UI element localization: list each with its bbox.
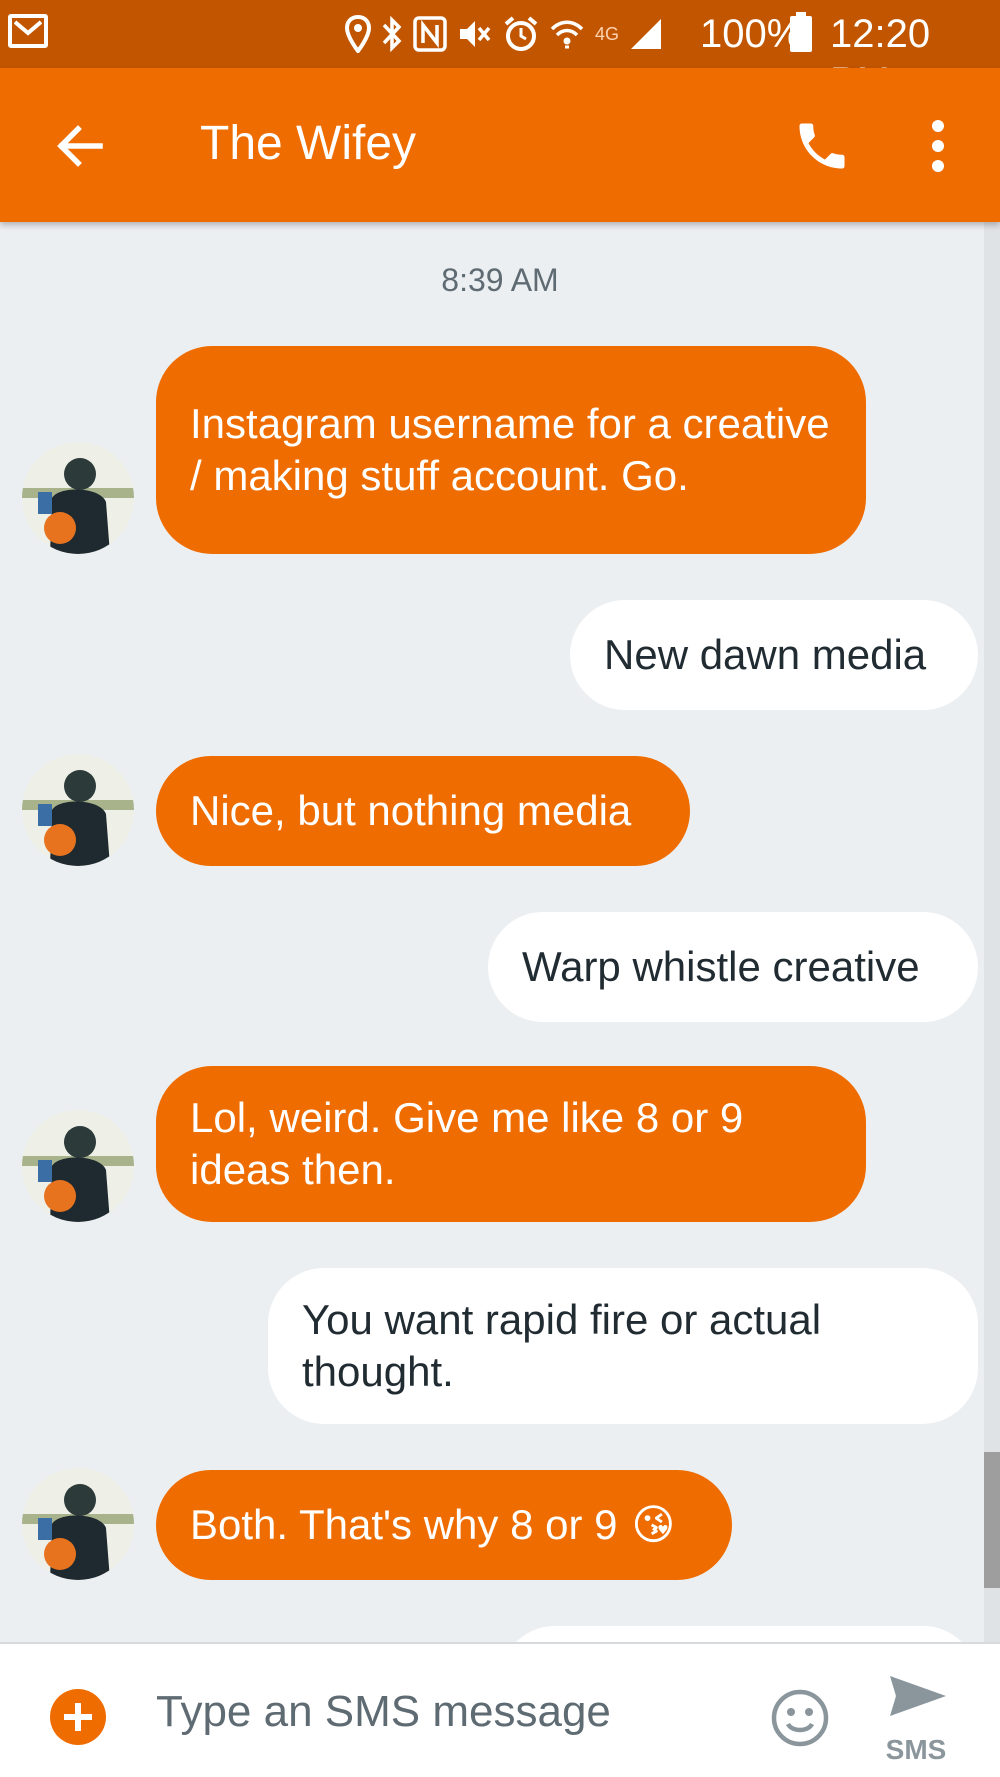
- message-text: Warp whistle creative: [522, 943, 920, 990]
- bluetooth-icon: [381, 14, 403, 54]
- scrollbar-track[interactable]: [984, 222, 1000, 1642]
- more-options-icon[interactable]: [918, 116, 958, 176]
- add-attachment-icon[interactable]: [50, 1689, 106, 1745]
- message-text: Lol, weird. Give me like 8 or 9 ideas th…: [190, 1094, 744, 1193]
- message-timestamp: 8:39 AM: [441, 262, 559, 298]
- status-icons: 4G: [345, 12, 663, 56]
- contact-avatar[interactable]: [22, 442, 134, 554]
- location-icon: [345, 14, 371, 54]
- message-bubble-incoming[interactable]: Instagram username for a creative / maki…: [156, 346, 866, 554]
- send-icon: [890, 1676, 946, 1716]
- scrollbar-thumb[interactable]: [984, 1452, 1000, 1588]
- message-bubble-incoming[interactable]: Both. That's why 8 or 9 😘: [156, 1470, 732, 1580]
- signal-icon: [629, 14, 663, 54]
- alarm-icon: [503, 14, 539, 54]
- send-button[interactable]: SMS: [876, 1666, 956, 1766]
- contact-avatar[interactable]: [22, 754, 134, 866]
- contact-avatar[interactable]: [22, 1110, 134, 1222]
- mute-icon: [457, 14, 493, 54]
- message-text: Both. That's why 8 or 9: [190, 1501, 618, 1548]
- kissing-face-emoji: 😘: [631, 1501, 676, 1548]
- phone-call-icon[interactable]: [792, 116, 852, 176]
- message-bubble-outgoing[interactable]: [500, 1626, 978, 1642]
- send-type-label: SMS: [885, 1734, 947, 1765]
- contact-avatar[interactable]: [22, 1468, 134, 1580]
- message-text: Instagram username for a creative / maki…: [190, 400, 830, 499]
- nfc-icon: [413, 14, 447, 54]
- status-bar: 4G 100% 12:20 PM: [0, 0, 1000, 104]
- back-arrow-icon[interactable]: [52, 118, 108, 174]
- message-bubble-outgoing[interactable]: Warp whistle creative: [488, 912, 978, 1022]
- message-text: Nice, but nothing media: [190, 787, 632, 834]
- message-bubble-incoming[interactable]: Lol, weird. Give me like 8 or 9 ideas th…: [156, 1066, 866, 1222]
- network-type-label: 4G: [595, 23, 620, 44]
- sms-message-input[interactable]: [156, 1680, 716, 1744]
- message-text: You want rapid fire or actual thought.: [302, 1296, 822, 1395]
- emoji-icon[interactable]: [770, 1688, 830, 1748]
- message-bubble-outgoing[interactable]: You want rapid fire or actual thought.: [268, 1268, 978, 1424]
- conversation-title: The Wifey: [200, 117, 417, 170]
- battery-icon: [790, 12, 812, 52]
- message-bubble-outgoing[interactable]: New dawn media: [570, 600, 978, 710]
- message-list[interactable]: 8:39 AM Instagram username for a creativ…: [0, 222, 1000, 1642]
- message-bubble-incoming[interactable]: Nice, but nothing media: [156, 756, 690, 866]
- gmail-notification-icon: [8, 14, 48, 48]
- message-text: New dawn media: [604, 631, 927, 678]
- wifi-icon: [549, 14, 585, 54]
- app-bar: The Wifey: [0, 68, 1000, 222]
- compose-bar: SMS: [0, 1642, 1000, 1777]
- battery-percent: 100%: [700, 12, 803, 56]
